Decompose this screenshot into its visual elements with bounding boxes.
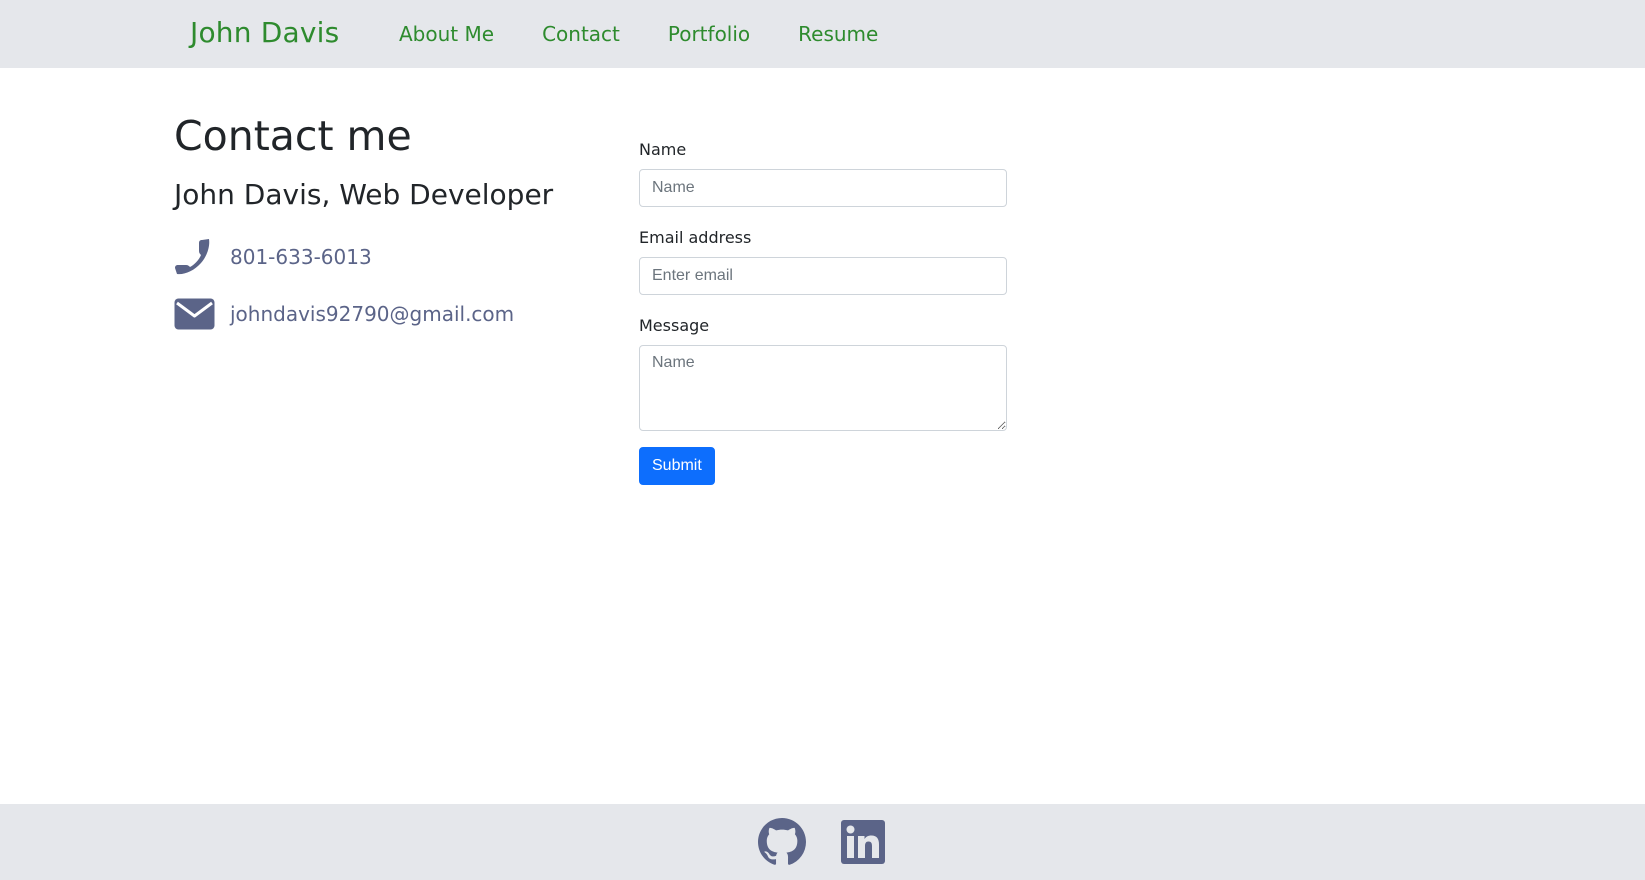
navbar: John Davis About Me Contact Portfolio Re… (0, 0, 1645, 68)
email-input[interactable] (639, 257, 1007, 295)
name-input[interactable] (639, 169, 1007, 207)
email-address[interactable]: johndavis92790@gmail.com (230, 302, 514, 326)
nav-link-portfolio[interactable]: Portfolio (668, 22, 750, 46)
nav-link-resume[interactable]: Resume (798, 22, 878, 46)
phone-number[interactable]: 801-633-6013 (230, 245, 372, 269)
nav-links: About Me Contact Portfolio Resume (399, 22, 926, 46)
github-icon[interactable] (758, 818, 806, 870)
contact-subtitle: John Davis, Web Developer (174, 178, 554, 211)
footer (0, 804, 1645, 880)
email-row: johndavis92790@gmail.com (174, 293, 514, 334)
nav-link-contact[interactable]: Contact (542, 22, 620, 46)
page-title: Contact me (174, 112, 412, 160)
phone-icon (174, 236, 215, 277)
linkedin-icon[interactable] (841, 820, 885, 868)
brand-link[interactable]: John Davis (190, 16, 339, 49)
nav-link-about-me[interactable]: About Me (399, 22, 494, 46)
name-label: Name (639, 140, 687, 159)
message-textarea[interactable] (639, 345, 1007, 431)
phone-row: 801-633-6013 (174, 236, 372, 277)
contact-form: Name Email address Message Submit (639, 140, 1007, 485)
envelope-icon (174, 293, 215, 334)
message-label: Message (639, 316, 710, 335)
submit-button[interactable]: Submit (639, 447, 715, 485)
email-label: Email address (639, 228, 752, 247)
